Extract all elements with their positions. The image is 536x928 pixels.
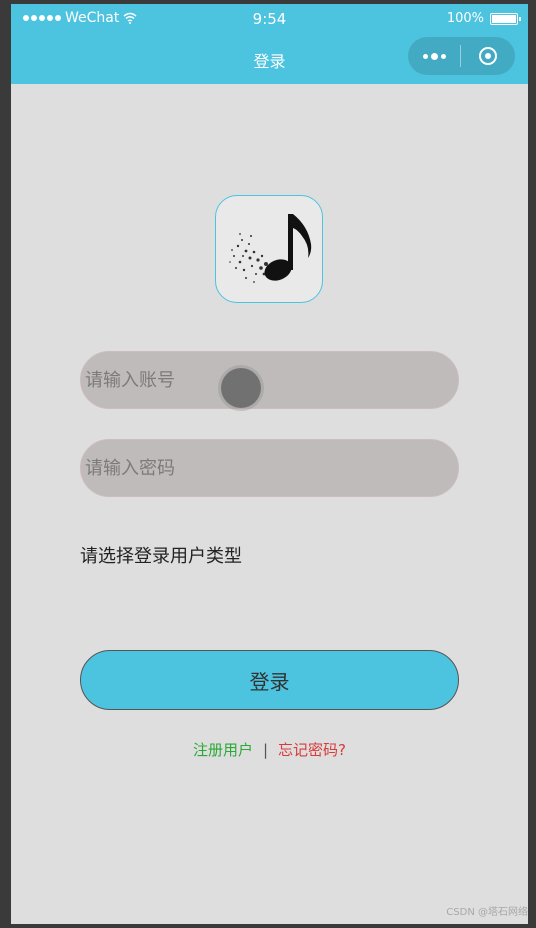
more-button[interactable]	[408, 37, 460, 75]
register-link[interactable]: 注册用户	[193, 741, 253, 759]
top-bar: WeChat 9:54 100% 登录	[11, 4, 528, 84]
password-field[interactable]	[80, 439, 459, 497]
music-note-icon	[229, 214, 312, 283]
login-button[interactable]: 登录	[80, 650, 459, 710]
close-target-icon	[479, 47, 497, 65]
phone-screen: WeChat 9:54 100% 登录 请输入账号 请选择登录用户类型 登录 注…	[11, 4, 528, 924]
app-logo	[215, 195, 323, 303]
bottom-links: 注册用户 | 忘记密码?	[11, 739, 528, 760]
touch-indicator	[221, 368, 261, 408]
battery-percent: 100%	[446, 11, 484, 26]
watermark: CSDN @塔石网络	[446, 907, 528, 918]
close-button[interactable]	[461, 37, 515, 75]
password-input[interactable]	[83, 456, 447, 480]
user-type-picker[interactable]: 请选择登录用户类型	[80, 542, 242, 568]
link-separator: |	[262, 741, 269, 759]
more-dots-icon	[422, 53, 428, 59]
account-input[interactable]	[83, 368, 447, 392]
forgot-password-link[interactable]: 忘记密码?	[278, 741, 346, 759]
account-field[interactable]	[80, 351, 459, 409]
status-right: 100%	[446, 11, 521, 26]
battery-icon	[490, 12, 521, 25]
mini-program-capsule	[408, 37, 515, 75]
